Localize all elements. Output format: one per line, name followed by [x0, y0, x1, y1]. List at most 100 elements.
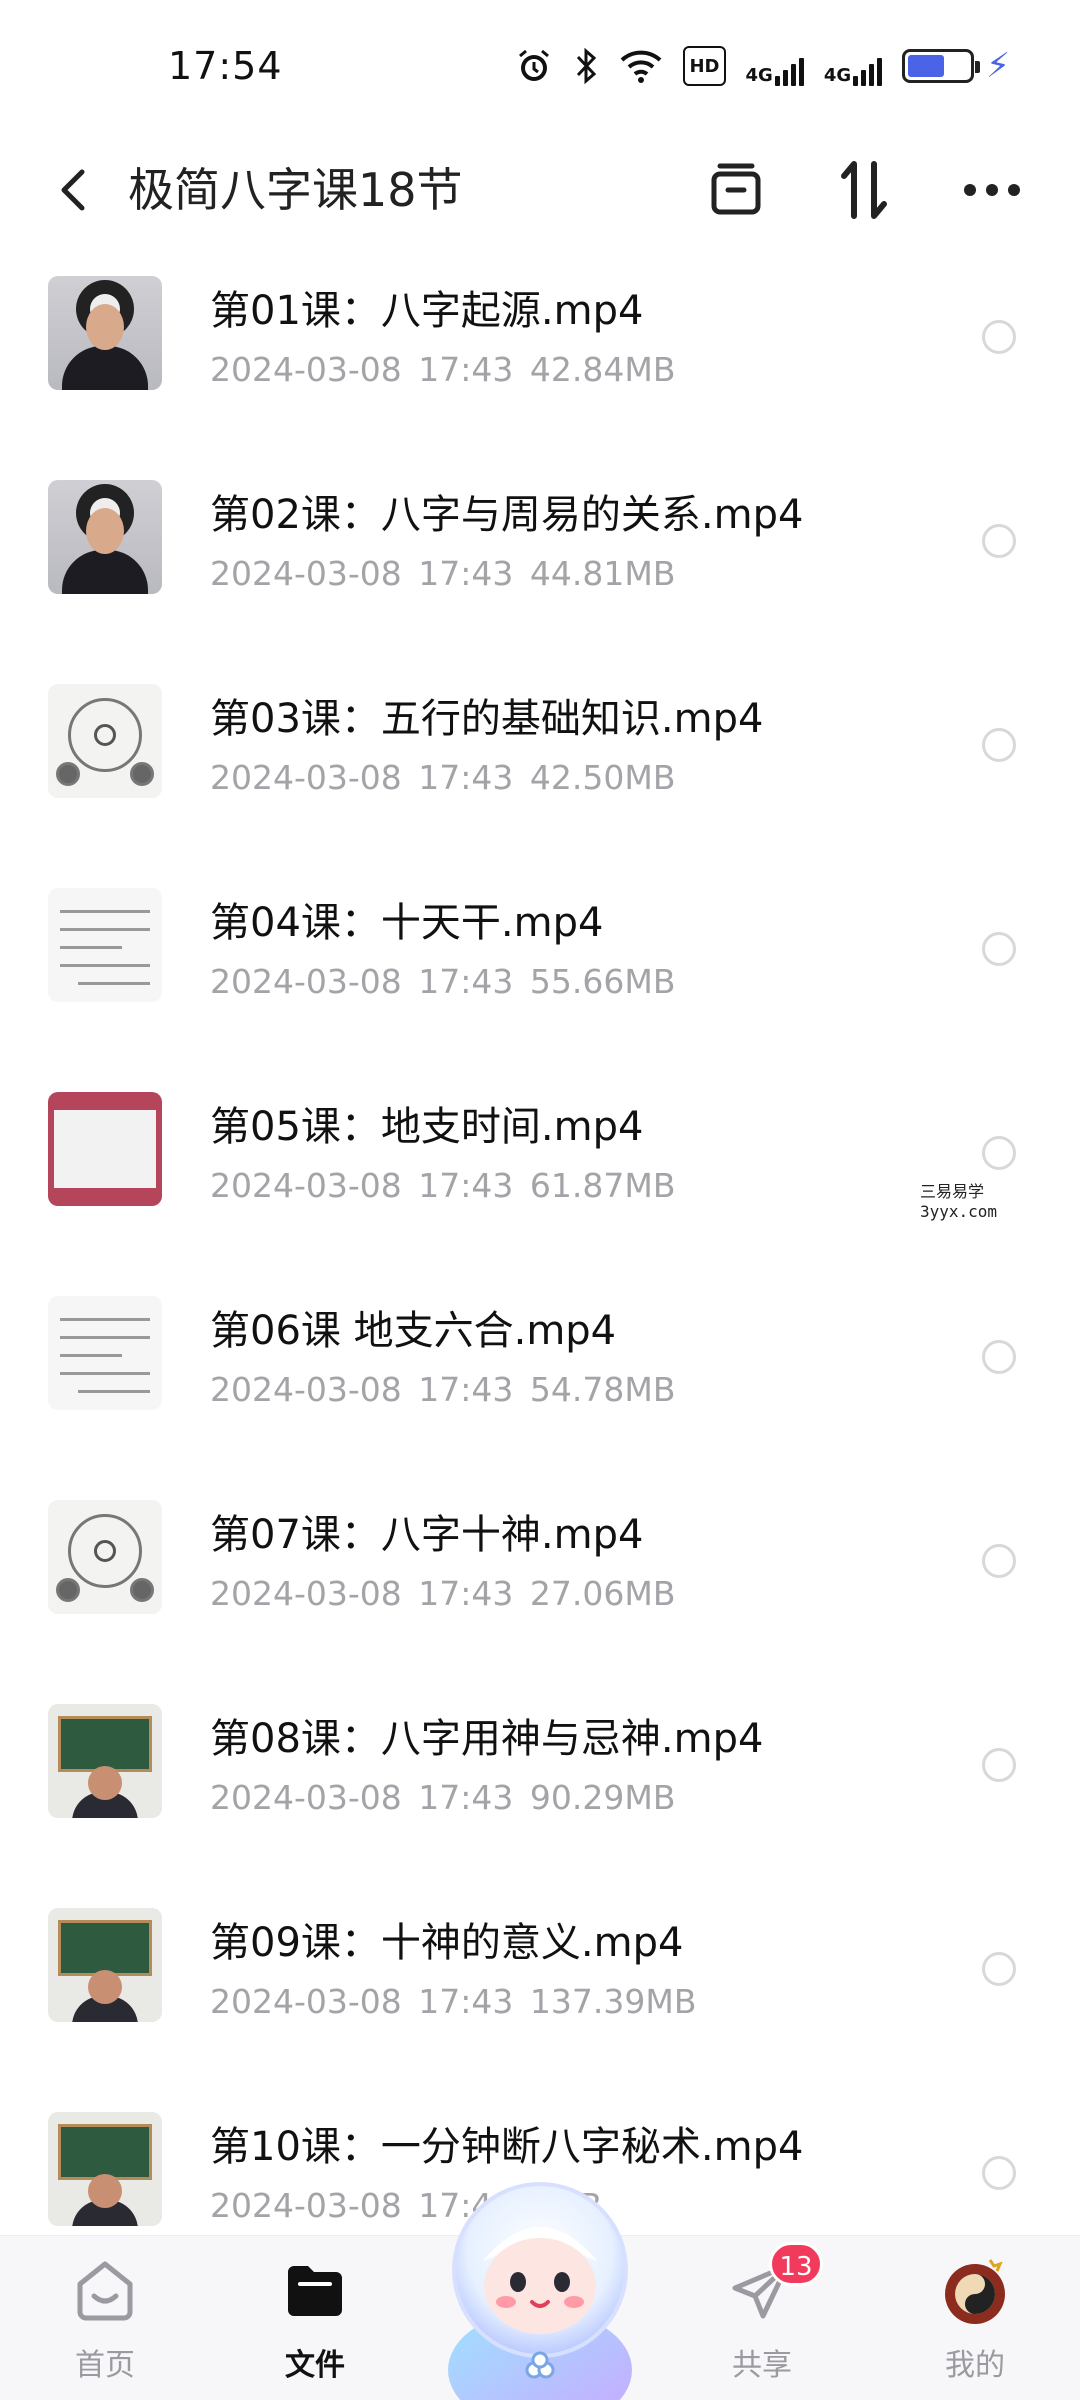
file-time: 17:43 — [418, 1166, 514, 1205]
select-radio[interactable] — [982, 1952, 1016, 1986]
battery-icon — [902, 49, 981, 83]
select-radio[interactable] — [982, 1136, 1016, 1170]
nav-label-share: 共享 — [732, 2348, 792, 2383]
folder-icon — [280, 2256, 350, 2326]
video-thumbnail — [48, 1296, 162, 1410]
file-name: 第10课：一分钟断八字秘术.mp4 — [210, 2124, 804, 2170]
file-meta: 2024-03-08 17:43 61.87MB — [210, 1166, 675, 1205]
video-thumbnail — [48, 1704, 162, 1818]
bluetooth-icon — [573, 46, 599, 86]
file-row[interactable]: 第06课 地支六合.mp4 2024-03-08 17:43 54.78MB — [0, 1270, 1080, 1474]
file-size: 42.84MB — [529, 350, 676, 389]
select-radio[interactable] — [982, 2156, 1016, 2190]
file-time: 17:43 — [418, 350, 514, 389]
file-time: 17:43 — [418, 758, 514, 797]
select-radio[interactable] — [982, 320, 1016, 354]
video-thumbnail — [48, 1500, 162, 1614]
select-radio[interactable] — [982, 932, 1016, 966]
file-time: 17:43 — [418, 1778, 514, 1817]
file-name: 第07课：八字十神.mp4 — [210, 1512, 644, 1558]
nav-label-files: 文件 — [285, 2348, 345, 2383]
select-radio[interactable] — [982, 728, 1016, 762]
file-date: 2024-03-08 — [210, 554, 402, 593]
file-date: 2024-03-08 — [210, 1778, 402, 1817]
file-size: 42.50MB — [529, 758, 676, 797]
watermark-line2: 3yyx.com — [920, 1202, 998, 1221]
file-row[interactable]: 第07课：八字十神.mp4 2024-03-08 17:43 27.06MB — [0, 1474, 1080, 1678]
file-size: 27.06MB — [529, 1574, 676, 1613]
file-size: 44.81MB — [529, 554, 676, 593]
charging-icon: ⚡ — [986, 46, 1010, 86]
select-radio[interactable] — [982, 1544, 1016, 1578]
file-date: 2024-03-08 — [210, 1982, 402, 2021]
video-thumbnail — [48, 276, 162, 390]
video-thumbnail — [48, 2112, 162, 2226]
status-icons: HD 4G 4G ⚡ — [515, 46, 1010, 86]
file-meta: 2024-03-08 17:43 54.78MB — [210, 1370, 675, 1409]
sort-icon[interactable] — [828, 154, 900, 226]
file-time: 17:43 — [418, 1370, 514, 1409]
status-time: 17:54 — [168, 44, 283, 88]
nav-item-me[interactable]: 我的 — [905, 2256, 1045, 2384]
watermark: 三易易学 3yyx.com — [824, 1180, 1080, 1226]
file-size: 54.78MB — [529, 1370, 676, 1409]
file-date: 2024-03-08 — [210, 1370, 402, 1409]
file-meta: 2024-03-08 17:43 137.39MB — [210, 1982, 696, 2021]
chevron-left-icon[interactable] — [48, 160, 104, 220]
file-row[interactable]: 第08课：八字用神与忌神.mp4 2024-03-08 17:43 90.29MB — [0, 1678, 1080, 1882]
file-size: 61.87MB — [529, 1166, 676, 1205]
file-time: 17:43 — [418, 1982, 514, 2021]
file-meta: 2024-03-08 17:43 27.06MB — [210, 1574, 675, 1613]
4g-signal-icon: 4G — [746, 46, 804, 86]
page-title: 极简八字课18节 — [128, 163, 463, 217]
nav-label-home: 首页 — [75, 2348, 135, 2383]
file-size: 55.66MB — [529, 962, 676, 1001]
file-meta: 2024-03-08 17:43 90.29MB — [210, 1778, 675, 1817]
file-date: 2024-03-08 — [210, 350, 402, 389]
file-time: 17:43 — [418, 1574, 514, 1613]
file-row[interactable]: 第01课：八字起源.mp4 2024-03-08 17:43 42.84MB — [0, 250, 1080, 454]
avatar-icon — [940, 2256, 1010, 2326]
nav-item-home[interactable]: 首页 — [35, 2256, 175, 2384]
file-name: 第03课：五行的基础知识.mp4 — [210, 696, 764, 742]
assistant-mascot-button[interactable] — [430, 2170, 650, 2400]
share-badge: 13 — [769, 2242, 823, 2286]
file-row[interactable]: 第05课：地支时间.mp4 2024-03-08 17:43 61.87MB — [0, 1066, 1080, 1270]
hd-icon: HD — [683, 46, 726, 86]
more-icon[interactable] — [956, 154, 1028, 226]
select-box-icon[interactable] — [700, 154, 772, 226]
file-row[interactable]: 第09课：十神的意义.mp4 2024-03-08 17:43 137.39MB — [0, 1882, 1080, 2086]
file-row[interactable]: 第04课：十天干.mp4 2024-03-08 17:43 55.66MB — [0, 862, 1080, 1066]
file-list: 第01课：八字起源.mp4 2024-03-08 17:43 42.84MB 第02… — [0, 250, 1080, 2235]
file-row[interactable]: 第02课：八字与周易的关系.mp4 2024-03-08 17:43 44.81M… — [0, 454, 1080, 658]
status-bar: 17:54 HD 4G 4G ⚡ — [0, 0, 1080, 130]
file-size: 137.39MB — [529, 1982, 697, 2021]
nav-item-share[interactable]: 13 共享 — [692, 2242, 832, 2384]
file-size: 90.29MB — [529, 1778, 676, 1817]
send-icon: 13 — [727, 2242, 823, 2326]
file-time: 17:43 — [418, 554, 514, 593]
network-type-label: 4G — [745, 65, 773, 86]
file-time: 17:43 — [418, 962, 514, 1001]
file-row[interactable]: 第03课：五行的基础知识.mp4 2024-03-08 17:43 42.50MB — [0, 658, 1080, 862]
select-radio[interactable] — [982, 1340, 1016, 1374]
select-radio[interactable] — [982, 1748, 1016, 1782]
battery-level — [908, 55, 945, 77]
file-meta: 2024-03-08 17:43 55.66MB — [210, 962, 675, 1001]
select-radio[interactable] — [982, 524, 1016, 558]
video-thumbnail — [48, 480, 162, 594]
file-date: 2024-03-08 — [210, 2186, 402, 2225]
file-name: 第08课：八字用神与忌神.mp4 — [210, 1716, 764, 1762]
home-icon — [70, 2256, 140, 2326]
file-name: 第04课：十天干.mp4 — [210, 900, 604, 946]
file-name: 第06课 地支六合.mp4 — [210, 1308, 617, 1354]
file-date: 2024-03-08 — [210, 758, 402, 797]
nav-label-me: 我的 — [945, 2348, 1005, 2383]
file-name: 第09课：十神的意义.mp4 — [210, 1920, 684, 1966]
file-meta: 2024-03-08 17:43 42.50MB — [210, 758, 675, 797]
network-type-label: 4G — [823, 65, 852, 86]
alarm-icon — [515, 46, 553, 86]
file-date: 2024-03-08 — [210, 962, 402, 1001]
file-date: 2024-03-08 — [210, 1574, 402, 1613]
nav-item-files[interactable]: 文件 — [245, 2256, 385, 2384]
